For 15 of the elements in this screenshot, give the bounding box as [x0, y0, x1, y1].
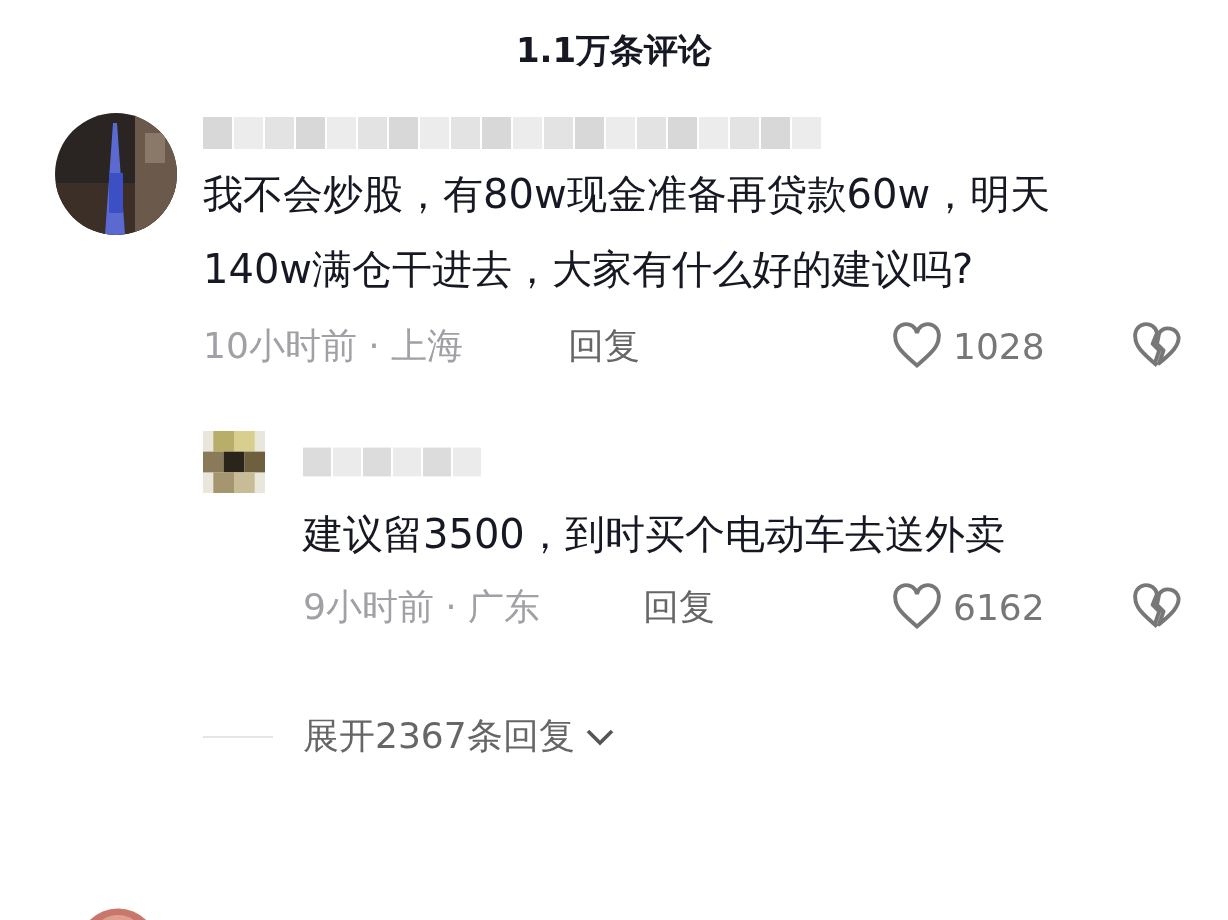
heart-icon[interactable]: [891, 322, 943, 370]
expand-replies-link[interactable]: 展开2367条回复: [303, 712, 575, 761]
reply-text: 建议留3500，到时买个电动车去送外卖: [303, 510, 1006, 559]
heart-icon[interactable]: [891, 583, 943, 631]
broken-heart-icon[interactable]: [1131, 583, 1183, 631]
like-count: 1028: [953, 325, 1045, 367]
reply-time-location: 9小时前 · 广东: [303, 584, 542, 629]
comment-time-location: 10小时前 · 上海: [203, 323, 465, 368]
broken-heart-icon[interactable]: [1131, 322, 1183, 370]
reply-link[interactable]: 回复: [568, 321, 891, 371]
reply-link[interactable]: 回复: [643, 582, 891, 632]
chevron-down-icon[interactable]: [584, 727, 615, 746]
comment-text: 我不会炒股，有80w现金准备再贷款60w，明天140w满仓干进去，大家有什么好的建议吗?: [203, 170, 1052, 294]
comments-title: 1.1万条评论: [514, 29, 714, 72]
like-count: 6162: [953, 586, 1045, 628]
